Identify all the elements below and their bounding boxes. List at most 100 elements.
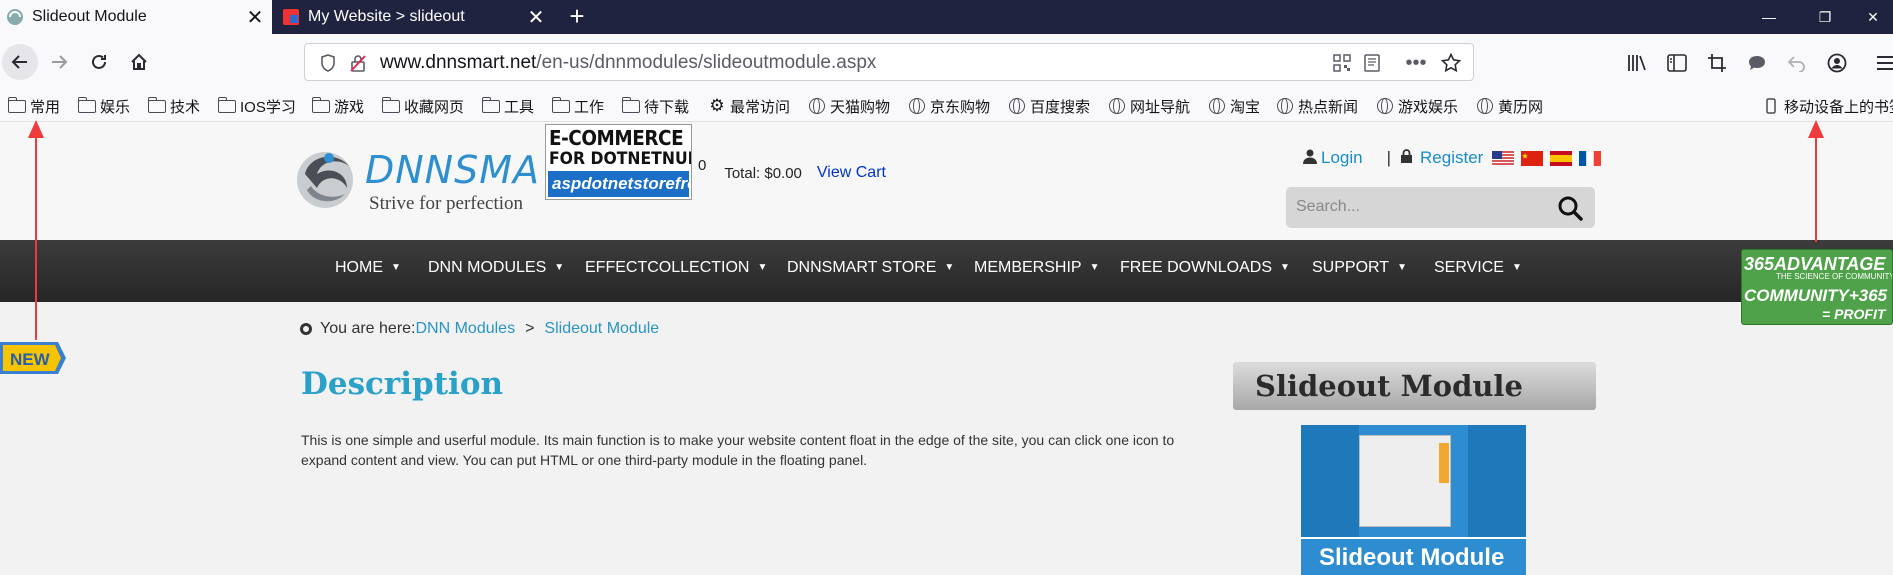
insecure-lock-icon[interactable] [347,52,369,74]
menu-item-membership[interactable]: MEMBERSHIP ▼ [974,259,1099,277]
thumb-stripe [1301,425,1359,537]
logo-tagline: Strive for perfection [369,193,524,214]
bookmark-star-icon[interactable] [1440,52,1462,74]
ad-365-advantage[interactable]: 365ADVANTAGE THE SCIENCE OF COMMUNITY CO… [1741,249,1893,325]
bookmarks-toolbar: 常用 娱乐 技术 IOS学习 游戏 收藏网页 工具 工作 待下载 ⚙ 最常访问 天… [0,90,1893,122]
breadcrumb-link-dnn-modules[interactable]: DNN Modules [415,320,515,338]
bookmark-folder[interactable]: IOS学习 [217,95,296,117]
bookmark-folder[interactable]: 娱乐 [77,95,130,117]
dnnsmart-logo[interactable]: DNNSMA Strive for perfection [295,144,540,219]
restore-icon[interactable]: ❐ [1797,0,1853,34]
forward-button[interactable] [43,46,75,78]
menu-label: SUPPORT [1312,259,1390,276]
ecommerce-banner[interactable]: E-COMMERCE FOR DOTNETNUKE aspdotnetstore… [545,124,692,200]
bookmark-link[interactable]: 天猫购物 [808,95,890,117]
breadcrumb-link-slideout-module[interactable]: Slideout Module [544,320,659,338]
globe-icon [908,97,926,114]
bookmark-link[interactable]: 游戏娱乐 [1376,95,1458,117]
back-button[interactable] [2,44,38,80]
bookmark-label: 百度搜索 [1030,98,1091,116]
close-tab-icon[interactable]: ✕ [238,5,272,30]
new-badge-slideout-tab[interactable]: NEW [0,340,66,376]
bookmark-folder[interactable]: 工作 [551,95,604,117]
menu-item-home[interactable]: HOME ▼ [335,259,401,277]
undo-icon[interactable] [1784,50,1810,76]
us-flag-icon[interactable] [1492,150,1515,166]
menu-item-dnnsmart-store[interactable]: DNNSMART STORE ▼ [787,259,954,277]
tab-title: My Website > slideout [308,8,465,25]
bookmark-label: 热点新闻 [1298,98,1359,116]
globe-icon [1108,97,1126,114]
screenshot-crop-icon[interactable] [1704,50,1730,76]
sidebar-title-box: Slideout Module [1233,362,1596,410]
china-flag-icon[interactable] [1521,150,1544,166]
bookmark-label: 常用 [30,98,61,116]
mobile-bookmarks[interactable]: 移动设备上的书签 [1762,95,1893,117]
url-path: /en-us/dnnmodules/slideoutmodule.aspx [536,52,877,73]
bookmark-link[interactable]: ⚙ 最常访问 [708,95,790,117]
home-button[interactable] [123,46,155,78]
tab-my-website[interactable]: My Website > slideout ✕ [276,0,553,34]
chevron-down-icon: ▼ [554,262,565,273]
login-link[interactable]: Login [1321,148,1363,168]
url-text: www.dnnsmart.net/en-us/dnnmodules/slideo… [380,52,876,74]
module-thumbnail[interactable]: Slideout Module [1301,425,1526,575]
bookmark-folder[interactable]: 工具 [481,95,534,117]
bookmark-folder[interactable]: 收藏网页 [381,95,464,117]
search-icon[interactable] [1557,195,1583,221]
menu-label: SERVICE [1434,259,1504,276]
folder-icon [551,96,570,114]
page-actions-icon[interactable]: ••• [1405,52,1427,74]
folder-icon [311,96,330,114]
library-icon[interactable] [1624,50,1650,76]
menu-item-service[interactable]: SERVICE ▼ [1434,259,1522,277]
chat-bubble-icon[interactable] [1744,50,1770,76]
sidebar-icon[interactable] [1664,50,1690,76]
spain-flag-icon[interactable] [1550,150,1573,166]
bookmark-folder[interactable]: 待下载 [621,95,689,117]
bookmark-link[interactable]: 热点新闻 [1276,95,1358,117]
menu-hamburger-icon[interactable] [1872,50,1893,76]
address-bar[interactable]: www.dnnsmart.net/en-us/dnnmodules/slideo… [304,43,1474,81]
bookmark-label: 游戏娱乐 [1398,98,1459,116]
url-domain: www.dnnsmart.net [380,52,537,73]
tab-slideout-module[interactable]: Slideout Module ✕ [0,0,272,34]
bookmark-folder[interactable]: 常用 [7,95,61,117]
breadcrumb-separator: > [525,320,535,337]
menu-label: EFFECTCOLLECTION [585,259,750,276]
breadcrumb: You are here: DNN Modules > Slideout Mod… [300,320,659,338]
bookmark-link[interactable]: 黄历网 [1476,95,1543,117]
close-tab-icon[interactable]: ✕ [519,5,553,30]
thumb-stripe [1468,425,1526,537]
search-input[interactable]: Search... [1296,198,1360,216]
bookmark-link[interactable]: 京东购物 [908,95,990,117]
forward-arrow-icon [52,55,68,69]
bookmark-folder[interactable]: 技术 [147,95,200,117]
menu-item-effectcollection[interactable]: EFFECTCOLLECTION ▼ [585,259,767,277]
minimize-icon[interactable]: — [1741,0,1797,34]
account-icon[interactable] [1824,50,1850,76]
reader-view-icon[interactable] [1361,52,1383,74]
view-cart-link[interactable]: View Cart [817,164,886,182]
folder-icon [217,96,236,114]
menu-item-free-downloads[interactable]: FREE DOWNLOADS ▼ [1120,259,1290,277]
bookmark-link[interactable]: 淘宝 [1208,95,1260,117]
globe-icon [1476,97,1494,114]
register-link[interactable]: Register [1420,148,1483,168]
reload-button[interactable] [83,46,115,78]
qr-code-icon[interactable] [1331,52,1353,74]
new-tab-button[interactable]: + [562,2,592,32]
shield-icon[interactable] [317,52,339,74]
user-links: Login | Register [1303,148,1602,168]
globe-icon [1376,97,1394,114]
bookmark-folder[interactable]: 游戏 [311,95,364,117]
close-window-icon[interactable]: ✕ [1853,0,1893,34]
annotation-arrow-right [1808,120,1824,242]
bookmark-link[interactable]: 网址导航 [1108,95,1190,117]
menu-item-support[interactable]: SUPPORT ▼ [1312,259,1407,277]
ad-line-4: = PROFIT [1822,306,1886,322]
bookmark-link[interactable]: 百度搜索 [1008,95,1090,117]
home-icon [131,53,147,70]
menu-item-dnn-modules[interactable]: DNN MODULES ▼ [428,259,564,277]
france-flag-icon[interactable] [1579,150,1602,166]
